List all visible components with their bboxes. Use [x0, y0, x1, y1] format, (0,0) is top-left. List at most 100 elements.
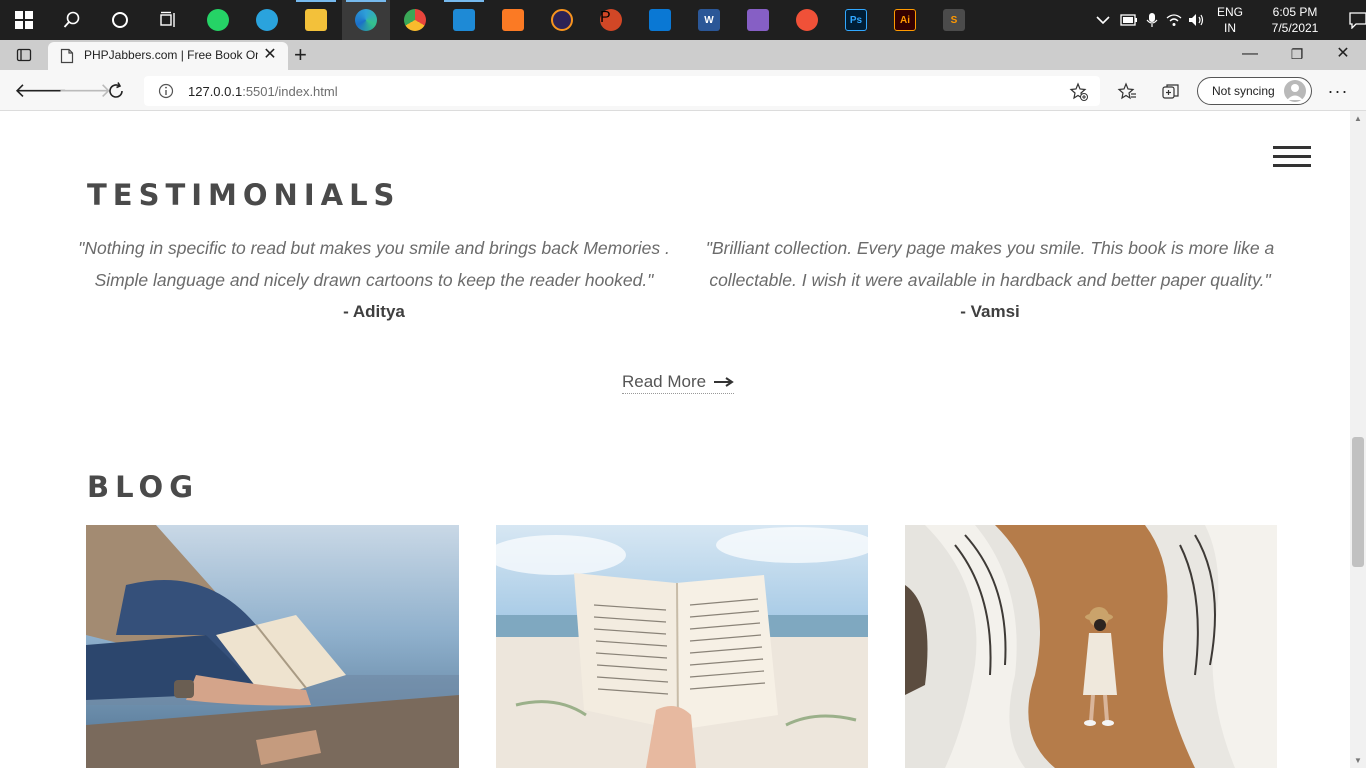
scroll-down-icon[interactable]: ▼	[1353, 756, 1363, 766]
task-view-icon	[160, 11, 175, 27]
whatsapp-icon	[207, 9, 229, 31]
language-code: ENG	[1216, 5, 1243, 19]
new-tab-icon[interactable]: +	[294, 44, 307, 66]
visual-studio-icon	[747, 9, 769, 31]
powerpoint-icon: P	[600, 9, 622, 31]
page-icon	[60, 48, 74, 64]
taskbar-search-button[interactable]	[48, 0, 96, 40]
vscode-taskbar-button[interactable]	[440, 0, 488, 40]
blog-post-image[interactable]	[86, 525, 459, 768]
scroll-up-icon[interactable]: ▲	[1353, 114, 1363, 124]
illustrator-icon: Ai	[894, 9, 916, 31]
arrow-right-icon	[714, 376, 734, 387]
testimonial-author: - Vamsi	[960, 302, 1020, 321]
clock-time: 6:05 PM	[1272, 5, 1318, 19]
eclipse-taskbar-button[interactable]	[538, 0, 586, 40]
volume-icon[interactable]	[1188, 13, 1206, 27]
minimize-icon[interactable]: —	[1235, 44, 1265, 64]
testimonial-quote-line: "Brilliant collection. Every page makes …	[705, 238, 1275, 258]
photoshop-taskbar-button[interactable]: Ps	[832, 0, 880, 40]
blog-image-book-on-beach	[496, 525, 868, 768]
url-text[interactable]: 127.0.0.1:5501/index.html	[188, 84, 338, 99]
search-icon	[63, 11, 80, 28]
vscode-icon	[453, 9, 475, 31]
powerpoint-taskbar-button[interactable]: P	[587, 0, 635, 40]
tab-title: PHPJabbers.com | Free Book Onli	[84, 48, 258, 62]
settings-more-icon[interactable]: ···	[1324, 78, 1352, 104]
favorites-icon[interactable]	[1117, 82, 1137, 102]
blog-post-image[interactable]	[905, 525, 1277, 768]
back-icon[interactable]: 🡐	[14, 78, 68, 104]
notifications-icon[interactable]	[1348, 11, 1366, 29]
windows-start-icon	[15, 11, 33, 29]
chrome-icon	[404, 9, 426, 31]
blog-heading: BLOG	[87, 470, 200, 504]
testimonial-quote: "Nothing in specific to read but makes y…	[72, 232, 676, 296]
photoshop-icon: Ps	[845, 9, 867, 31]
blog-image-library	[905, 525, 1277, 768]
hamburger-icon	[1273, 146, 1311, 149]
tab-actions-icon[interactable]	[16, 47, 32, 63]
window-close-icon[interactable]: ✕	[1328, 44, 1358, 64]
restore-icon[interactable]: ❐	[1282, 44, 1312, 64]
chrome-taskbar-button[interactable]	[391, 0, 439, 40]
blog-post-image[interactable]	[496, 525, 868, 768]
testimonials-heading: TESTIMONIALS	[87, 178, 401, 212]
read-more-link[interactable]: Read More	[622, 370, 735, 394]
sublime-taskbar-button[interactable]: S	[930, 0, 978, 40]
profile-avatar	[1284, 80, 1306, 102]
url-host: 127.0.0.1	[188, 84, 243, 99]
xampp-taskbar-button[interactable]	[489, 0, 537, 40]
cortana-icon	[112, 12, 128, 28]
collections-icon[interactable]	[1161, 82, 1181, 102]
edge-taskbar-button[interactable]	[342, 0, 390, 40]
read-more-label: Read More	[622, 371, 707, 391]
testimonial-quote-line: "Nothing in specific to read but makes y…	[78, 238, 670, 258]
battery-icon[interactable]	[1120, 14, 1138, 26]
sublime-icon: S	[943, 9, 965, 31]
telegram-icon	[256, 9, 278, 31]
word-icon: W	[698, 9, 720, 31]
person-icon	[1287, 84, 1303, 100]
clock-date: 7/5/2021	[1271, 21, 1319, 35]
windows-start-button[interactable]	[0, 0, 48, 40]
swift-icon	[796, 9, 818, 31]
word-taskbar-button[interactable]: W	[685, 0, 733, 40]
forward-icon[interactable]: 🡒	[58, 78, 112, 104]
sync-label: Not syncing	[1212, 84, 1275, 98]
visual-studio-taskbar-button[interactable]	[734, 0, 782, 40]
chevron-up-icon[interactable]	[1096, 15, 1110, 25]
input-language-indicator[interactable]: ENG IN	[1214, 4, 1246, 36]
scrollbar-thumb[interactable]	[1352, 437, 1364, 567]
tab-close-icon[interactable]: ✕	[262, 46, 278, 64]
telegram-taskbar-button[interactable]	[243, 0, 291, 40]
add-favorite-icon[interactable]	[1069, 82, 1089, 102]
swift-taskbar-button[interactable]	[783, 0, 831, 40]
mail-taskbar-button[interactable]	[636, 0, 684, 40]
file-explorer-icon	[305, 9, 327, 31]
testimonial-quote-line: collectable. I wish it were available in…	[709, 270, 1271, 290]
refresh-icon[interactable]	[106, 81, 126, 101]
testimonial-quote: "Brilliant collection. Every page makes …	[690, 232, 1290, 296]
url-path: :5501/index.html	[242, 84, 338, 99]
illustrator-taskbar-button[interactable]: Ai	[881, 0, 929, 40]
task-view-button[interactable]	[144, 0, 192, 40]
windows-taskbar: P W Ps Ai S ENG IN 6:05 PM 7/5/2021	[0, 0, 1366, 40]
mail-icon	[649, 9, 671, 31]
microphone-icon[interactable]	[1146, 12, 1158, 28]
blog-image-reading-by-water	[86, 525, 459, 768]
menu-toggle-button[interactable]	[1273, 145, 1311, 169]
file-explorer-taskbar-button[interactable]	[292, 0, 340, 40]
eclipse-icon	[551, 9, 573, 31]
wifi-icon[interactable]	[1166, 13, 1182, 27]
system-tray: ENG IN 6:05 PM 7/5/2021	[1096, 0, 1366, 40]
testimonial-quote-line: Simple language and nicely drawn cartoon…	[94, 270, 654, 290]
testimonial-author: - Aditya	[343, 302, 405, 321]
clock[interactable]: 6:05 PM 7/5/2021	[1260, 4, 1330, 36]
language-region: IN	[1224, 21, 1236, 35]
xampp-icon	[502, 9, 524, 31]
edge-icon	[355, 9, 377, 31]
cortana-button[interactable]	[96, 0, 144, 40]
info-icon[interactable]	[158, 83, 174, 99]
whatsapp-taskbar-button[interactable]	[194, 0, 242, 40]
